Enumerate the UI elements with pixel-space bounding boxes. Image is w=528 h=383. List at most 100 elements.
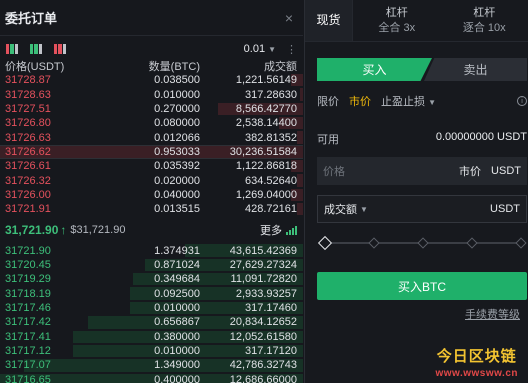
available-value: 0.00000000 USDT [435, 131, 527, 143]
price-field[interactable]: 价格 市价 USDT [317, 157, 527, 185]
tab-margin-cross[interactable]: 杠杆 全合 3x [353, 0, 441, 41]
view-both-icon[interactable] [6, 44, 18, 54]
row-price: 31721.90 [5, 244, 51, 257]
order-type-stop-label: 止盈止损 [381, 96, 425, 108]
row-total: 43,615.42369 [229, 244, 297, 257]
chevron-down-icon: ▼ [428, 98, 436, 107]
orderbook-row[interactable]: 31726.00 0.040000 1,269.04000 [0, 188, 303, 202]
buy-btc-button[interactable]: 买入BTC [317, 272, 527, 300]
qty-header: 数量(BTC) [148, 61, 200, 73]
orderbook-row[interactable]: 31727.51 0.270000 8,566.42770 [0, 102, 303, 116]
amount-unit: USDT [490, 203, 520, 215]
row-total: 12,686.66000 [229, 373, 297, 383]
order-type-market[interactable]: 市价 [349, 93, 371, 109]
close-icon[interactable]: × [285, 10, 293, 26]
orderbook-row[interactable]: 31720.45 0.871024 27,629.27324 [0, 258, 303, 272]
chevron-down-icon: ▼ [268, 44, 276, 54]
orderbook-column-headers: 价格(USDT) 数量(BTC) 成交额 [0, 59, 303, 73]
orderbook-row[interactable]: 31717.42 0.656867 20,834.12652 [0, 315, 303, 329]
chevron-down-icon[interactable]: ▼ [360, 205, 368, 214]
row-qty: 0.038500 [154, 74, 200, 87]
depth-bar [296, 174, 303, 187]
tab-spot[interactable]: 现货 [305, 0, 353, 41]
row-price: 31726.62 [5, 145, 51, 158]
precision-select[interactable]: 0.01 ▼ [244, 43, 276, 55]
order-type-tabs: 限价 市价 止盈止损 ▼ i [317, 93, 527, 109]
row-price: 31718.19 [5, 287, 51, 300]
price-mode: 市价 [459, 166, 482, 178]
row-total: 2,538.14400 [235, 117, 297, 130]
view-bids-icon[interactable] [30, 44, 42, 54]
more-button[interactable]: 更多 [260, 222, 297, 238]
row-total: 11,091.72820 [230, 273, 297, 286]
orderbook-row[interactable]: 31717.41 0.380000 12,052.61580 [0, 330, 303, 344]
orderbook-row[interactable]: 31716.65 0.400000 12,686.66000 [0, 373, 303, 383]
available-label: 可用 [317, 134, 339, 146]
orderbook-row[interactable]: 31726.80 0.080000 2,538.14400 [0, 116, 303, 130]
row-qty: 0.080000 [154, 117, 200, 130]
row-total: 1,122.86818 [235, 160, 297, 173]
view-asks-icon[interactable] [54, 44, 66, 54]
info-icon[interactable]: i [517, 96, 527, 106]
orderbook-row[interactable]: 31721.91 0.013515 428.72161 [0, 202, 303, 216]
orderbook-row[interactable]: 31718.19 0.092500 2,933.93257 [0, 286, 303, 300]
percent-slider[interactable] [317, 235, 527, 251]
row-qty: 0.012066 [154, 131, 200, 144]
last-price: 31,721.90 [5, 223, 59, 238]
row-qty: 0.010000 [154, 301, 200, 314]
row-qty: 0.953033 [154, 145, 200, 158]
more-options-icon[interactable]: ⋮ [286, 43, 297, 56]
row-total: 317.17460 [245, 301, 297, 314]
row-qty: 0.035392 [154, 160, 200, 173]
orderbook-row[interactable]: 31719.29 0.349684 11,091.72820 [0, 272, 303, 286]
orderbook-row[interactable]: 31726.63 0.012066 382.81352 [0, 130, 303, 144]
row-qty: 0.349684 [154, 273, 200, 286]
orderbook-row[interactable]: 31728.87 0.038500 1,221.56149 [0, 73, 303, 87]
row-price: 31717.46 [5, 301, 51, 314]
more-label: 更多 [260, 225, 282, 238]
amount-field[interactable]: 成交额 ▼ USDT [317, 195, 527, 223]
slider-handle[interactable] [317, 235, 333, 251]
row-qty: 1.374931 [154, 244, 200, 257]
row-price: 31717.41 [5, 330, 51, 343]
orderbook-row[interactable]: 31728.63 0.010000 317.28630 [0, 87, 303, 101]
row-total: 428.72161 [245, 203, 297, 216]
sell-tab[interactable]: 卖出 [424, 58, 527, 81]
tab-margin-isolated[interactable]: 杠杆 逐合 10x [441, 0, 528, 41]
ask-list: 31728.87 0.038500 1,221.56149 31728.63 0.010… [0, 73, 303, 216]
slider-mark-50[interactable] [417, 237, 429, 249]
row-price: 31717.07 [5, 359, 51, 372]
buy-sell-toggle: 买入 卖出 [317, 58, 527, 81]
order-type-stop[interactable]: 止盈止损 ▼ [381, 93, 436, 109]
orderbook-row[interactable]: 31717.12 0.010000 317.17120 [0, 344, 303, 358]
orderbook-row[interactable]: 31717.46 0.010000 317.17460 [0, 301, 303, 315]
order-type-limit[interactable]: 限价 [317, 93, 339, 109]
orderbook-row[interactable]: 31726.61 0.035392 1,122.86818 [0, 159, 303, 173]
orderbook-row[interactable]: 31717.07 1.349000 42,786.32743 [0, 358, 303, 372]
tab-margin-cross-sub: 全合 3x [378, 21, 416, 34]
slider-mark-100[interactable] [515, 237, 527, 249]
row-qty: 0.871024 [154, 258, 200, 271]
row-total: 42,786.32743 [229, 359, 297, 372]
row-price: 31726.80 [5, 117, 51, 130]
slider-mark-75[interactable] [466, 237, 478, 249]
orderbook-row[interactable]: 31721.90 1.374931 43,615.42369 [0, 243, 303, 257]
tab-margin-isolated-sub: 逐合 10x [462, 21, 506, 34]
price-header: 价格(USDT) [5, 61, 65, 73]
buy-tab[interactable]: 买入 [317, 58, 432, 81]
orderbook-row[interactable]: 31726.32 0.020000 634.52640 [0, 173, 303, 187]
row-price: 31726.32 [5, 174, 51, 187]
watermark: 今日区块链 www.wwsww.cn [436, 345, 519, 379]
arrow-up-icon: ↑ [60, 223, 67, 238]
row-qty: 0.656867 [154, 316, 200, 329]
available-balance: 可用 0.00000000 USDT [317, 131, 527, 147]
row-total: 1,221.56149 [235, 74, 297, 87]
row-total: 317.28630 [245, 88, 297, 101]
row-total: 2,933.93257 [235, 287, 297, 300]
signal-bars-icon [286, 225, 297, 235]
amount-label: 成交额 [324, 204, 357, 216]
slider-mark-25[interactable] [368, 237, 380, 249]
orderbook-row[interactable]: 31726.62 0.953033 30,236.51584 [0, 144, 303, 160]
watermark-url: www.wwsww.cn [435, 368, 518, 379]
fee-level-link[interactable]: 手续费等级 [305, 306, 520, 322]
